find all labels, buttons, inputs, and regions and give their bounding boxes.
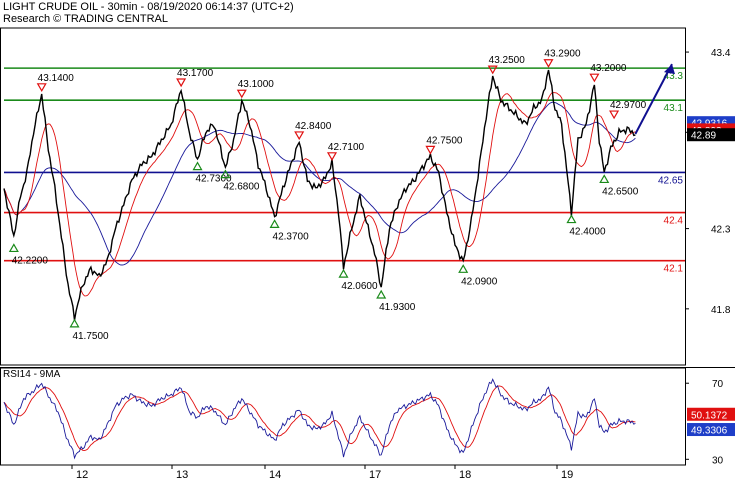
low-label-8: 42.4000 (569, 227, 606, 238)
low-label-3: 42.6800 (223, 182, 260, 193)
y-tick-label-1: 42.3 (711, 225, 731, 236)
high-marker-5 (425, 145, 436, 155)
low-marker-9 (599, 174, 610, 184)
low-marker-1 (69, 318, 80, 328)
price-chart: 43.343.142.6542.442.143.1400 43.170043.10… (0, 27, 735, 480)
rsi-line (3, 378, 636, 460)
rsi-panel-frame (0, 367, 686, 466)
high-marker-8 (589, 73, 600, 83)
forecast-arrow-line (634, 63, 673, 135)
level-label-1: 43.1 (664, 103, 684, 114)
low-label-5: 42.0600 (341, 281, 378, 292)
high-marker-1 (176, 78, 187, 88)
level-label-4: 42.1 (664, 264, 684, 275)
high-label-0: 43.1400 (38, 73, 75, 84)
low-label-7: 42.0900 (461, 276, 498, 287)
indicator-label: RSI14 - 9MA (3, 369, 61, 380)
x-tick-label-4: 18 (459, 469, 471, 480)
x-tick-label-3: 17 (369, 469, 381, 480)
low-marker-8 (566, 214, 577, 224)
x-tick-label-5: 19 (561, 469, 573, 480)
low-label-9: 42.6500 (602, 186, 639, 197)
x-tick-label-1: 13 (176, 469, 188, 480)
rsi-badge-label-0: 50.1372 (691, 410, 728, 421)
x-tick-label-0: 12 (76, 469, 88, 480)
level-label-2: 42.65 (658, 175, 683, 186)
low-marker-0 (8, 243, 19, 253)
low-marker-5 (338, 268, 349, 278)
y-tick-label-3: 43.4 (711, 48, 731, 59)
level-label-3: 42.4 (664, 216, 684, 227)
high-label-4: 42.7100 (328, 142, 365, 153)
rsi-ma-line (3, 385, 636, 452)
high-label-6: 43.2500 (489, 55, 526, 66)
y-tick-label-0: 41.8 (711, 305, 731, 316)
price-line (3, 69, 636, 321)
high-marker-2 (236, 89, 247, 99)
low-label-4: 42.3700 (273, 231, 310, 242)
low-marker-7 (458, 264, 469, 273)
high-label-8: 43.2000 (590, 63, 627, 74)
x-tick-label-2: 14 (269, 469, 281, 480)
high-marker-9 (609, 110, 620, 120)
chart-title: LIGHT CRUDE OIL - 30min - 08/19/2020 06:… (3, 1, 294, 13)
chart-subtitle: Research © TRADING CENTRAL (3, 13, 168, 25)
high-marker-6 (487, 65, 498, 75)
high-label-7: 43.2900 (544, 49, 581, 60)
high-marker-7 (543, 59, 554, 68)
rsi-badge-label-1: 49.3306 (691, 426, 728, 437)
high-label-2: 43.1000 (238, 79, 275, 90)
low-marker-6 (376, 289, 387, 299)
high-label-9: 42.9700 (610, 100, 647, 111)
price-badge-label-2: 42.89 (691, 131, 716, 142)
low-marker-4 (269, 219, 280, 228)
high-label-5: 42.7500 (426, 135, 463, 146)
low-marker-2 (192, 161, 203, 171)
high-label-3: 42.8400 (295, 121, 332, 132)
low-label-1: 41.7500 (72, 331, 109, 342)
high-marker-4 (326, 152, 338, 162)
high-marker-3 (294, 131, 305, 141)
rsi-tick-label-1: 70 (712, 379, 724, 390)
rsi-tick-label-0: 30 (712, 455, 724, 466)
low-label-6: 41.9300 (379, 302, 416, 313)
high-label-1: 43.1700 (177, 68, 214, 79)
high-marker-0 (36, 83, 47, 93)
low-label-0: 42.2200 (12, 255, 49, 266)
